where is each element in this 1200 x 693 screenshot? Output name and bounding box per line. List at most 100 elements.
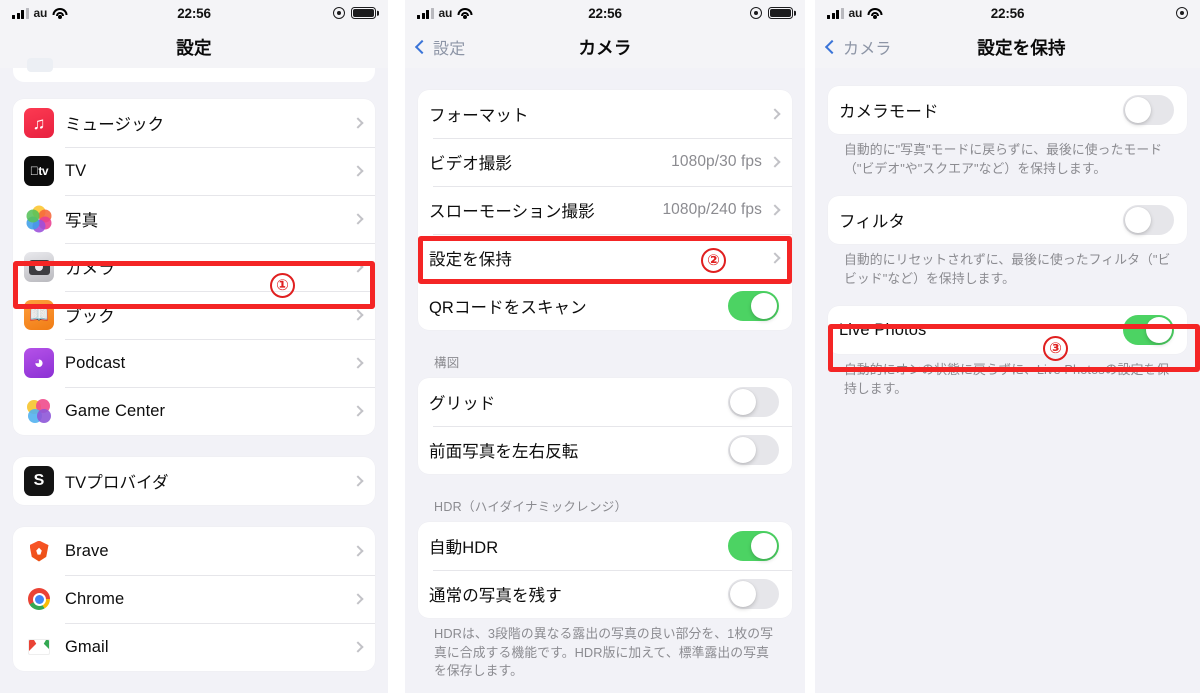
status-bar-time: 22:56 — [177, 5, 211, 21]
sidebar-item-brave[interactable]: Brave — [13, 527, 375, 575]
section-header-hdr: HDR（ハイダイナミックレンジ） — [434, 500, 628, 514]
toggle-grid[interactable] — [728, 387, 779, 417]
row-value: 1080p/240 fps — [662, 201, 762, 218]
row-label: ビデオ撮影 — [429, 155, 512, 173]
sidebar-item-photos[interactable]: 写真 — [13, 195, 375, 243]
row-video-recording[interactable]: ビデオ撮影 1080p/30 fps — [418, 138, 792, 186]
preserve-settings-scroll-area[interactable]: カメラモード 自動的に"写真"モードに戻らずに、最後に使ったモード（"ビデオ"や… — [815, 68, 1200, 398]
sidebar-item-tv-provider[interactable]: S TVプロバイダ — [13, 457, 375, 505]
toggle-scan-qr-code[interactable] — [728, 291, 779, 321]
chevron-right-icon — [352, 117, 364, 129]
status-bar-right — [333, 7, 376, 19]
chevron-right-icon — [352, 593, 364, 605]
row-label: ブック — [65, 308, 115, 326]
section-footer-camera-mode: 自動的に"写真"モードに戻らずに、最後に使ったモード（"ビデオ"や"スクエア"な… — [844, 142, 1163, 176]
row-label: フィルタ — [839, 213, 906, 232]
apps-group-card: ♫ ミュージック tv TV — [13, 99, 375, 435]
books-app-icon: 📖 — [24, 300, 54, 330]
toggle-auto-hdr[interactable] — [728, 531, 779, 561]
toggle-keep-normal-photo[interactable] — [728, 579, 779, 609]
row-mirror-front-camera[interactable]: 前面写真を左右反転 — [418, 426, 792, 474]
back-button-label: カメラ — [843, 41, 892, 58]
live-photos-group-card: Live Photos — [828, 306, 1187, 355]
photos-app-icon — [24, 204, 54, 234]
row-keep-normal-photo[interactable]: 通常の写真を残す — [418, 570, 792, 618]
row-auto-hdr[interactable]: 自動HDR — [418, 522, 792, 570]
sidebar-item-tv[interactable]: tv TV — [13, 147, 375, 195]
row-live-photos[interactable]: Live Photos — [828, 306, 1187, 354]
sidebar-item-gmail[interactable]: Gmail — [13, 623, 375, 671]
row-format[interactable]: フォーマット — [418, 90, 792, 138]
tv-app-icon: tv — [24, 156, 54, 186]
row-label: Brave — [65, 541, 109, 560]
row-value: 1080p/30 fps — [671, 153, 762, 170]
row-label: Podcast — [65, 353, 126, 372]
status-bar-right — [1176, 7, 1188, 19]
sidebar-item-chrome[interactable]: Chrome — [13, 575, 375, 623]
toggle-live-photos[interactable] — [1123, 315, 1174, 346]
row-label: Game Center — [65, 401, 166, 420]
three-panel-screenshot: au 22:56 設定 ♫ ミュージック tv — [0, 0, 1200, 693]
status-bar: au 22:56 — [815, 0, 1200, 26]
chevron-right-icon — [352, 261, 364, 273]
chevron-left-icon — [824, 39, 840, 55]
sidebar-item-books[interactable]: 📖 ブック — [13, 291, 375, 339]
row-label: グリッド — [429, 395, 496, 413]
chevron-right-icon — [352, 309, 364, 321]
row-grid[interactable]: グリッド — [418, 378, 792, 426]
row-label: 自動HDR — [429, 539, 499, 557]
section-footer-hdr: HDRは、3段階の異なる露出の写真の良い部分を、1枚の写真に合成する機能です。H… — [434, 626, 774, 679]
sidebar-item-music[interactable]: ♫ ミュージック — [13, 99, 375, 147]
row-label: 通常の写真を残す — [429, 587, 562, 605]
third-party-apps-group-card: Brave Chrome Gmail — [13, 527, 375, 671]
music-app-icon: ♫ — [24, 108, 54, 138]
tv-provider-app-icon: S — [24, 466, 54, 496]
panel-preserve-settings: au 22:56 カメラ 設定を保持 カメラモード 自動的に"写真"モードに戻ら… — [815, 0, 1200, 693]
row-camera-mode[interactable]: カメラモード — [828, 86, 1187, 134]
camera-scroll-area[interactable]: フォーマット ビデオ撮影 1080p/30 fps スローモーション撮影 108… — [405, 68, 805, 681]
row-label: フォーマット — [429, 107, 529, 125]
page-title: 設定 — [176, 37, 212, 58]
nav-bar: カメラ 設定を保持 — [815, 26, 1200, 68]
toggle-camera-mode[interactable] — [1123, 95, 1174, 125]
row-label: ミュージック — [65, 116, 165, 134]
step-marker-1: ① — [270, 273, 295, 298]
chevron-right-icon — [769, 204, 781, 216]
row-label: TV — [65, 161, 87, 180]
row-scan-qr-code[interactable]: QRコードをスキャン — [418, 282, 792, 330]
row-label: スローモーション撮影 — [429, 203, 595, 221]
podcast-app-icon: ◕ — [24, 348, 54, 378]
panel-divider — [805, 0, 815, 693]
row-preserve-settings[interactable]: 設定を保持 — [418, 234, 792, 282]
toggle-mirror-front-camera[interactable] — [728, 435, 779, 465]
status-bar-time: 22:56 — [588, 5, 622, 21]
chevron-right-icon — [352, 165, 364, 177]
brave-app-icon — [24, 536, 54, 566]
back-button[interactable]: 設定 — [414, 35, 466, 59]
sidebar-item-camera[interactable]: カメラ — [13, 243, 375, 291]
sidebar-item-game-center[interactable]: Game Center — [13, 387, 375, 435]
chevron-right-icon — [769, 252, 781, 264]
row-label: カメラモード — [839, 103, 939, 121]
tv-provider-group-card: S TVプロバイダ — [13, 457, 375, 505]
partial-card-above — [13, 58, 375, 82]
settings-scroll-area[interactable]: ♫ ミュージック tv TV — [0, 58, 388, 671]
hdr-group-card: 自動HDR 通常の写真を残す — [418, 522, 792, 618]
step-marker-2: ② — [701, 248, 726, 273]
back-button-label: 設定 — [433, 41, 466, 58]
composition-group-card: グリッド 前面写真を左右反転 — [418, 378, 792, 474]
step-marker-3: ③ — [1043, 336, 1068, 361]
toggle-filter[interactable] — [1123, 205, 1174, 236]
row-label: カメラ — [65, 260, 115, 278]
row-label: TVプロバイダ — [65, 474, 169, 492]
row-label: 写真 — [65, 212, 99, 230]
row-filter[interactable]: フィルタ — [828, 196, 1187, 244]
chevron-right-icon — [352, 213, 364, 225]
back-button[interactable]: カメラ — [824, 35, 892, 59]
status-bar: au 22:56 — [0, 0, 388, 26]
row-slomo-recording[interactable]: スローモーション撮影 1080p/240 fps — [418, 186, 792, 234]
row-label: 前面写真を左右反転 — [429, 443, 579, 461]
sidebar-item-podcast[interactable]: ◕ Podcast — [13, 339, 375, 387]
chevron-right-icon — [352, 545, 364, 557]
row-label: 設定を保持 — [429, 251, 512, 269]
